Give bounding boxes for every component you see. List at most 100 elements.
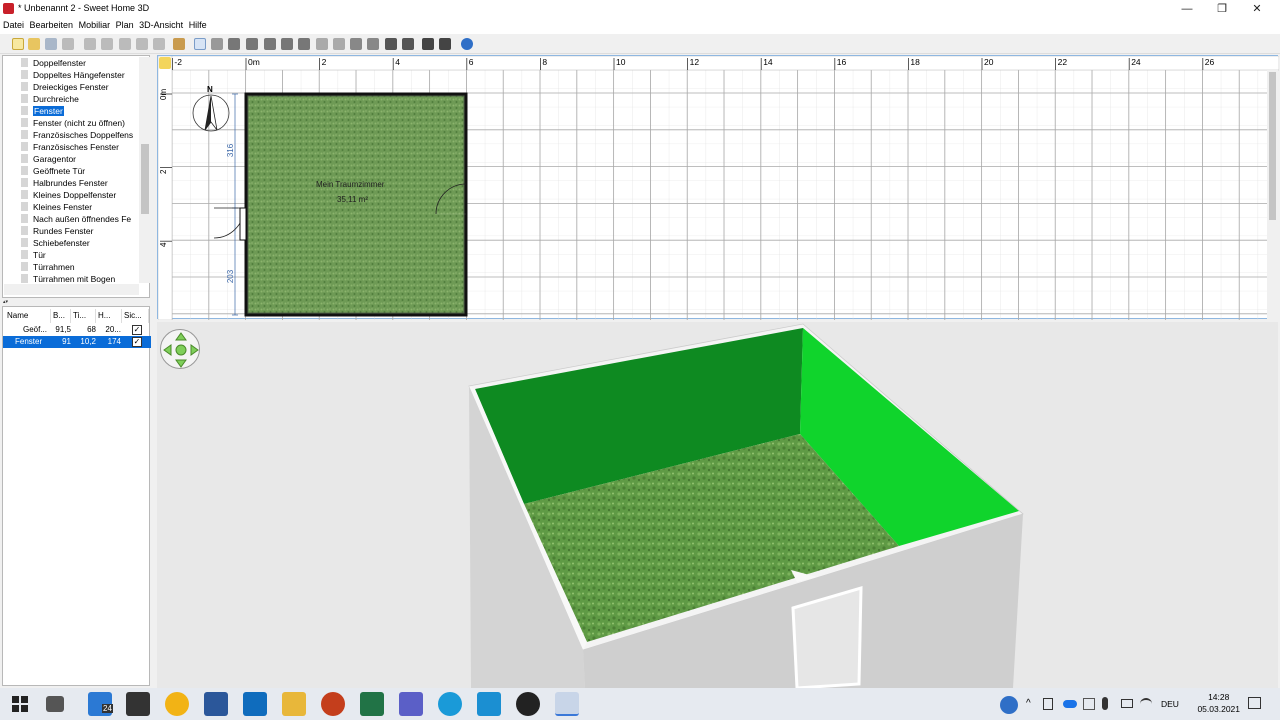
catalog-item[interactable]: Tür	[21, 249, 46, 261]
explorer-icon[interactable]	[282, 692, 306, 716]
save-icon[interactable]	[45, 38, 57, 50]
catalog-item[interactable]: Rundes Fenster	[21, 225, 93, 237]
visible-checkbox[interactable]: ✓	[132, 337, 142, 347]
photo-icon[interactable]	[422, 38, 434, 50]
cut-icon[interactable]	[119, 38, 131, 50]
bold-icon[interactable]	[350, 38, 362, 50]
dimension-label-bottom[interactable]: 203	[226, 270, 235, 283]
excel-icon[interactable]	[360, 692, 384, 716]
plan-scroll-thumb[interactable]	[1269, 72, 1276, 220]
network-icon[interactable]	[1083, 698, 1095, 710]
create-labels-icon[interactable]	[298, 38, 310, 50]
store-icon[interactable]	[126, 692, 150, 716]
room-area[interactable]: 35,11 m²	[337, 195, 368, 204]
new-icon[interactable]	[12, 38, 24, 50]
catalog-scroll-thumb[interactable]	[141, 144, 149, 214]
redo-icon[interactable]	[101, 38, 113, 50]
catalog-item[interactable]: Doppelfenster	[21, 57, 86, 69]
furniture-table[interactable]: Name B... Ti... H... Sic... Geöf... 91,5…	[2, 306, 151, 686]
notifications-icon[interactable]	[1248, 697, 1261, 709]
open-icon[interactable]	[28, 38, 40, 50]
app-icon-blue[interactable]	[477, 692, 501, 716]
catalog-horizontal-scrollbar[interactable]	[4, 284, 139, 295]
menu-3d-ansicht[interactable]: 3D-Ansicht	[136, 18, 183, 30]
column-depth[interactable]: Ti...	[71, 309, 96, 323]
catalog-item[interactable]: Doppeltes Hängefenster	[21, 69, 125, 81]
chevron-up-icon[interactable]: ^	[1026, 698, 1031, 709]
decrease-text-icon[interactable]	[333, 38, 345, 50]
chrome-icon[interactable]	[165, 692, 189, 716]
select-icon[interactable]	[194, 38, 206, 50]
column-name[interactable]: Name	[5, 309, 51, 323]
menu-mobiliar[interactable]: Mobiliar	[76, 18, 111, 30]
catalog-item[interactable]: Schiebefenster	[21, 237, 90, 249]
menu-datei[interactable]: Datei	[0, 18, 24, 30]
create-dimensions-icon[interactable]	[281, 38, 293, 50]
outlook-icon[interactable]	[243, 692, 267, 716]
menu-plan[interactable]: Plan	[113, 18, 134, 30]
column-height[interactable]: H...	[96, 309, 122, 323]
3d-view[interactable]	[157, 322, 1278, 688]
task-view-icon[interactable]	[46, 696, 64, 712]
battery-icon[interactable]	[1121, 699, 1133, 708]
close-button[interactable]: ✕	[1234, 0, 1280, 18]
word-icon[interactable]	[204, 692, 228, 716]
catalog-item[interactable]: Nach außen öffnendes Fe	[21, 213, 131, 225]
sweet-home-3d-icon[interactable]	[555, 692, 579, 716]
catalog-item[interactable]: Fenster (nicht zu öffnen)	[21, 117, 125, 129]
add-furniture-icon[interactable]	[173, 38, 185, 50]
obs-icon[interactable]	[516, 692, 540, 716]
catalog-item[interactable]: Kleines Fenster	[21, 201, 92, 213]
catalog-item[interactable]: Dreieckiges Fenster	[21, 81, 109, 93]
catalog-item[interactable]: Durchreiche	[21, 93, 79, 105]
catalog-item[interactable]: Geöffnete Tür	[21, 165, 85, 177]
paste-icon[interactable]	[153, 38, 165, 50]
room-name[interactable]: Mein Traumzimmer	[316, 180, 384, 189]
pan-icon[interactable]	[211, 38, 223, 50]
create-polylines-icon[interactable]	[264, 38, 276, 50]
increase-text-icon[interactable]	[316, 38, 328, 50]
furniture-catalog-tree[interactable]: Doppelfenster Doppeltes Hängefenster Dreie…	[2, 55, 150, 298]
language-indicator[interactable]: DEU	[1161, 699, 1179, 709]
column-width[interactable]: B...	[51, 309, 71, 323]
plan-view[interactable]: -2 0m 2 4 6 8 10 12 14 16 18 20 22 24 26 0m 2 4 Mein Tra…	[157, 55, 1279, 320]
clock[interactable]: 14:28 05.03.2021	[1197, 691, 1240, 715]
powerpoint-icon[interactable]	[321, 692, 345, 716]
help-tray-icon[interactable]	[1000, 696, 1018, 714]
catalog-item[interactable]: Kleines Doppelfenster	[21, 189, 116, 201]
undo-icon[interactable]	[84, 38, 96, 50]
tray-icon[interactable]	[1043, 698, 1053, 710]
room-floor[interactable]	[246, 94, 466, 315]
catalog-item[interactable]: Halbrundes Fenster	[21, 177, 108, 189]
video-icon[interactable]	[439, 38, 451, 50]
catalog-item[interactable]: Fenster	[21, 105, 64, 117]
help-icon[interactable]	[461, 38, 473, 50]
wifi-icon[interactable]	[1140, 698, 1152, 710]
edge-icon[interactable]	[438, 692, 462, 716]
menu-hilfe[interactable]: Hilfe	[186, 18, 207, 30]
table-row[interactable]: Geöf... 91,5 68 20... ✓	[3, 324, 151, 336]
column-visible[interactable]: Sic...	[122, 309, 149, 323]
microphone-icon[interactable]	[1102, 697, 1108, 710]
zoom-in-icon[interactable]	[385, 38, 397, 50]
catalog-item[interactable]: Französisches Doppelfens	[21, 129, 133, 141]
onedrive-icon[interactable]	[1063, 700, 1077, 708]
create-walls-icon[interactable]	[228, 38, 240, 50]
table-row-selected[interactable]: Fenster 91 10,2 174 ✓	[3, 336, 151, 348]
ruler-corner-icon[interactable]	[159, 57, 171, 69]
dimension-label-top[interactable]: 316	[226, 144, 235, 157]
windows-start-icon[interactable]	[12, 696, 28, 712]
menu-bearbeiten[interactable]: Bearbeiten	[27, 18, 74, 30]
create-rooms-icon[interactable]	[246, 38, 258, 50]
split-arrows-icon[interactable]: ▴▾	[3, 299, 17, 305]
visible-checkbox[interactable]: ✓	[132, 325, 142, 335]
zoom-out-icon[interactable]	[402, 38, 414, 50]
teams-icon[interactable]	[399, 692, 423, 716]
catalog-item[interactable]: Türrahmen	[21, 261, 75, 273]
catalog-item[interactable]: Französisches Fenster	[21, 141, 119, 153]
italic-icon[interactable]	[367, 38, 379, 50]
navigation-arrows[interactable]	[160, 329, 200, 369]
copy-icon[interactable]	[136, 38, 148, 50]
preferences-icon[interactable]	[62, 38, 74, 50]
catalog-item[interactable]: Garagentor	[21, 153, 76, 165]
